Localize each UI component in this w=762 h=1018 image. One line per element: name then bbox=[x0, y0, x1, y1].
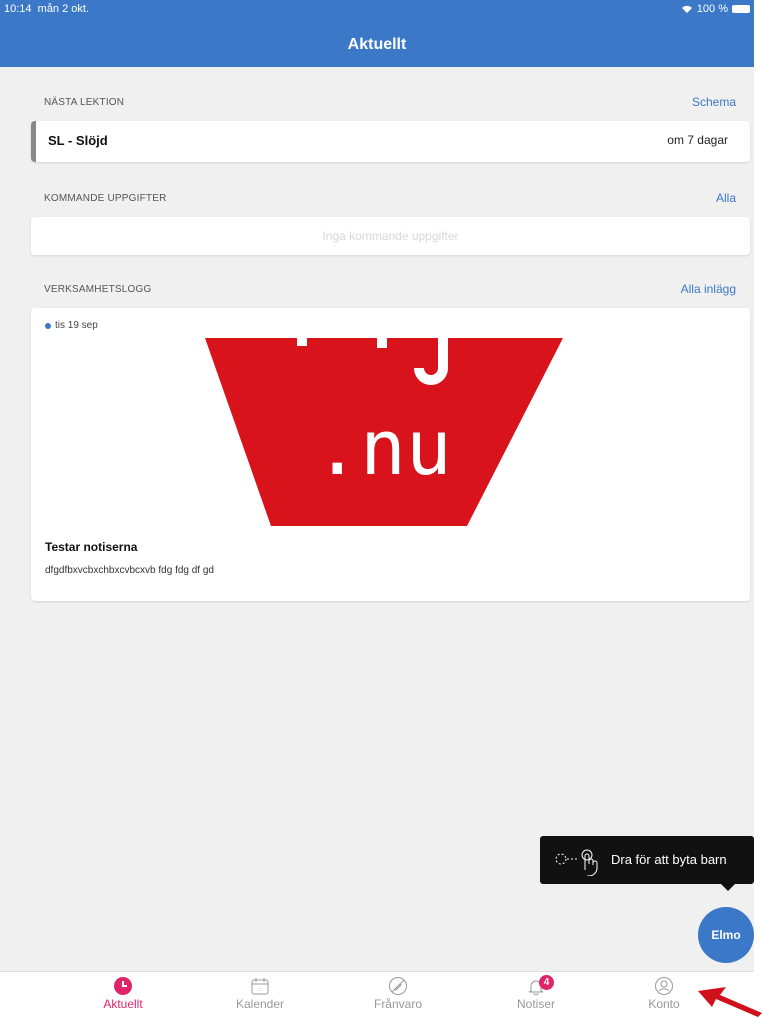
next-lesson-heading: NÄSTA LEKTION bbox=[44, 97, 125, 108]
page-title: Aktuellt bbox=[347, 36, 407, 53]
swipe-hint-tooltip: Dra för att byta barn bbox=[540, 836, 754, 891]
app-header: 10:14 mån 2 okt. 100 % Aktuellt bbox=[0, 0, 754, 67]
status-bar-time: 10:14 mån 2 okt. bbox=[4, 3, 90, 15]
pointer-arrow-icon bbox=[698, 987, 762, 1017]
next-lesson-card[interactable]: SL - Slöjd om 7 dagar bbox=[31, 121, 750, 162]
tab-franvaro[interactable]: Frånvaro bbox=[343, 976, 453, 1011]
unread-dot bbox=[45, 322, 51, 329]
schedule-link[interactable]: Schema bbox=[692, 95, 736, 109]
tooltip-tail bbox=[721, 884, 735, 891]
all-posts-link[interactable]: Alla inlägg bbox=[681, 282, 736, 296]
lesson-time-until: om 7 dagar bbox=[667, 133, 728, 147]
status-bar-right: 100 % bbox=[681, 3, 750, 15]
lesson-name: SL - Slöjd bbox=[48, 133, 108, 148]
post-image-text: .nu bbox=[314, 403, 451, 492]
swipe-hand-icon bbox=[555, 849, 598, 876]
post-date: tis 19 sep bbox=[45, 320, 98, 331]
tab-kalender[interactable]: ::: Kalender bbox=[205, 976, 315, 1011]
battery-icon bbox=[732, 5, 750, 13]
activity-log-heading: VERKSAMHETSLOGG bbox=[44, 284, 152, 295]
wifi-icon bbox=[681, 5, 692, 13]
child-switch-button[interactable]: Elmo bbox=[698, 907, 754, 963]
clock-icon bbox=[114, 977, 132, 995]
tab-notiser[interactable]: 4 Notiser bbox=[481, 975, 591, 1011]
absence-icon bbox=[389, 977, 407, 995]
right-edge bbox=[754, 0, 762, 1017]
calendar-icon: ::: bbox=[251, 978, 269, 995]
tab-label: Kalender bbox=[235, 997, 285, 1011]
tab-bar: Aktuellt ::: Kalender Frånvaro 4 Notiser… bbox=[0, 971, 754, 1018]
all-assignments-link[interactable]: Alla bbox=[716, 191, 736, 205]
assignments-empty-card: Inga kommande uppgifter bbox=[31, 217, 750, 255]
tab-label: Aktuellt bbox=[103, 997, 143, 1011]
activity-log-post[interactable]: tis 19 sep .nu Testar notiserna dfgdfbxv… bbox=[31, 308, 750, 601]
tab-label: Frånvaro bbox=[373, 997, 423, 1011]
post-body: dfgdfbxvcbxchbxcvbcxvb fdg fdg df gd bbox=[45, 565, 214, 576]
svg-text::::: ::: bbox=[258, 987, 262, 993]
battery-percent: 100 % bbox=[696, 3, 728, 15]
tab-label: Notiser bbox=[516, 997, 555, 1011]
swipe-hint-text: Dra för att byta barn bbox=[611, 852, 727, 867]
assignments-heading: KOMMANDE UPPGIFTER bbox=[44, 193, 167, 204]
empty-assignments-text: Inga kommande uppgifter bbox=[322, 229, 459, 243]
user-icon bbox=[655, 977, 673, 995]
post-title: Testar notiserna bbox=[45, 540, 138, 554]
notification-badge: 4 bbox=[539, 975, 554, 990]
status-bar-date: mån 2 okt. bbox=[37, 3, 90, 15]
tab-aktuellt[interactable]: Aktuellt bbox=[68, 976, 178, 1011]
post-image: .nu bbox=[205, 338, 563, 526]
